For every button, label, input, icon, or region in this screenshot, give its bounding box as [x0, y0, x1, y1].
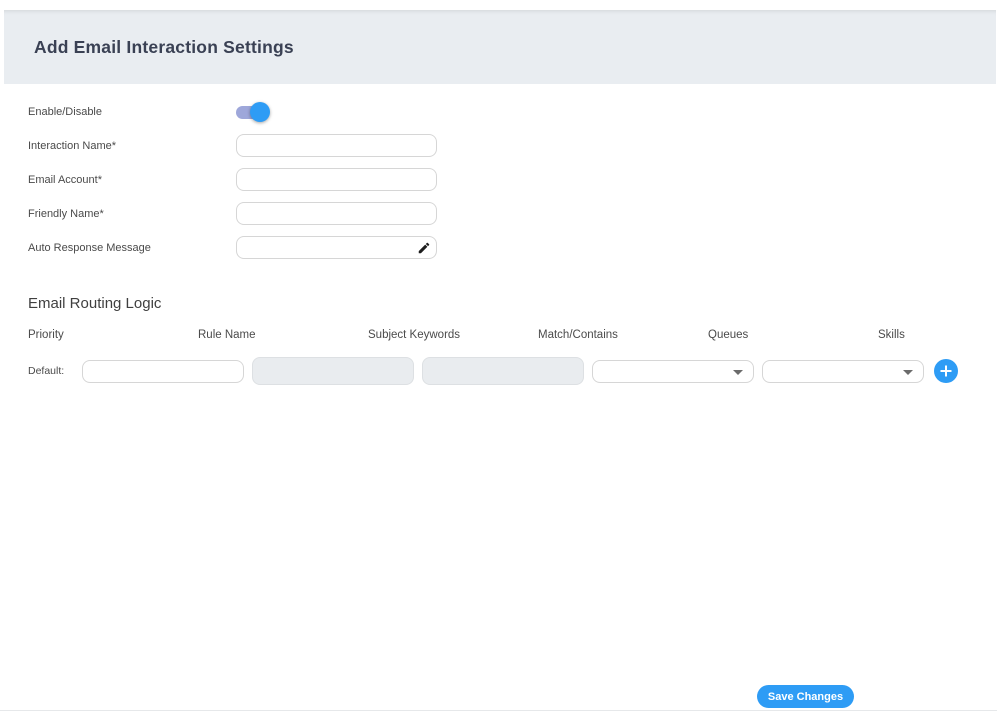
- save-changes-button[interactable]: Save Changes: [757, 685, 854, 708]
- friendly-name-input[interactable]: [236, 202, 437, 225]
- enable-disable-label: Enable/Disable: [28, 106, 236, 118]
- bottom-divider: [0, 710, 997, 711]
- rule-name-cell: [82, 360, 244, 383]
- match-contains-cell: [422, 357, 584, 385]
- settings-form: Enable/Disable Interaction Name* Email A…: [0, 84, 997, 385]
- enable-disable-toggle[interactable]: [236, 102, 270, 122]
- routing-default-row: Default:: [28, 357, 997, 385]
- auto-response-input-wrap: [236, 236, 437, 259]
- auto-response-input[interactable]: [236, 236, 437, 259]
- caret-down-icon: [903, 370, 913, 375]
- subject-keywords-cell: [252, 357, 414, 385]
- routing-section-heading: Email Routing Logic: [28, 295, 997, 312]
- friendly-name-row: Friendly Name*: [28, 202, 997, 225]
- page-title: Add Email Interaction Settings: [34, 37, 294, 58]
- column-header-priority: Priority: [28, 329, 190, 341]
- pencil-icon: [417, 243, 431, 258]
- toggle-knob: [250, 102, 270, 122]
- skills-cell: [762, 360, 924, 383]
- rule-name-input[interactable]: [82, 360, 244, 383]
- email-account-label: Email Account*: [28, 174, 236, 186]
- default-priority-label: Default:: [28, 365, 82, 377]
- match-contains-input-disabled: [422, 357, 584, 385]
- enable-disable-row: Enable/Disable: [28, 100, 997, 123]
- queues-cell: [592, 360, 754, 383]
- skills-select[interactable]: [762, 360, 924, 383]
- friendly-name-label: Friendly Name*: [28, 208, 236, 220]
- interaction-name-row: Interaction Name*: [28, 134, 997, 157]
- email-account-row: Email Account*: [28, 168, 997, 191]
- column-header-rule-name: Rule Name: [198, 329, 360, 341]
- column-header-queues: Queues: [708, 329, 870, 341]
- routing-table-header: Priority Rule Name Subject Keywords Matc…: [28, 329, 997, 341]
- add-rule-button[interactable]: [934, 359, 958, 383]
- email-account-input[interactable]: [236, 168, 437, 191]
- page-header: Add Email Interaction Settings: [4, 10, 996, 84]
- auto-response-label: Auto Response Message: [28, 242, 236, 254]
- interaction-name-label: Interaction Name*: [28, 140, 236, 152]
- interaction-name-input[interactable]: [236, 134, 437, 157]
- queues-select[interactable]: [592, 360, 754, 383]
- column-header-match-contains: Match/Contains: [538, 329, 700, 341]
- column-header-skills: Skills: [878, 329, 997, 341]
- caret-down-icon: [733, 370, 743, 375]
- edit-auto-response-button[interactable]: [416, 240, 432, 256]
- subject-keywords-input-disabled: [252, 357, 414, 385]
- auto-response-row: Auto Response Message: [28, 236, 997, 259]
- column-header-subject-keywords: Subject Keywords: [368, 329, 530, 341]
